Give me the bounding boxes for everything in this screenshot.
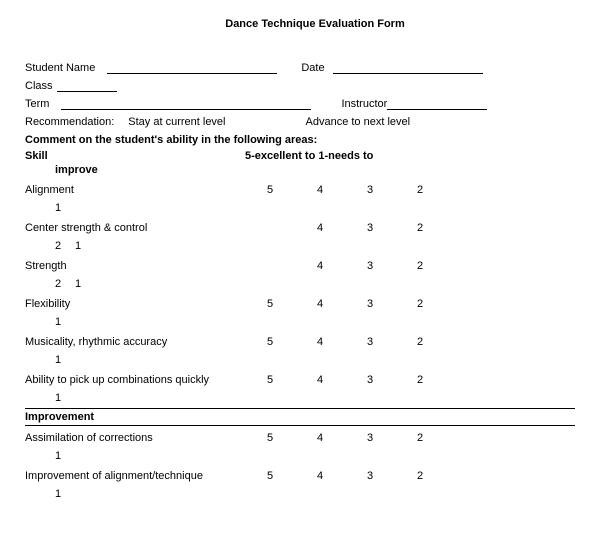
label-student-name: Student Name (25, 62, 95, 74)
skill-row: Ability to pick up combinations quickly5… (25, 370, 575, 390)
rating-cell[interactable]: 4 (295, 470, 345, 482)
input-date[interactable] (333, 60, 483, 74)
rating-cell[interactable]: 4 (295, 184, 345, 196)
rating-cell[interactable]: 3 (345, 222, 395, 234)
skill-row: Strength 432 (25, 256, 575, 276)
rating-cell[interactable]: 4 (295, 298, 345, 310)
skill-name: Ability to pick up combinations quickly (25, 374, 245, 386)
rating-cell[interactable]: 1 (25, 316, 75, 328)
input-class[interactable] (57, 78, 117, 92)
improvement-header: Improvement (25, 408, 575, 426)
rating-cell[interactable]: 3 (345, 336, 395, 348)
skill-row: Assimilation of corrections5432 (25, 428, 575, 448)
skill-wrap-row: 1 (25, 448, 575, 464)
rating-cell[interactable]: 4 (295, 374, 345, 386)
rating-cell[interactable]: 5 (245, 432, 295, 444)
skill-wrap-row: 1 (25, 200, 575, 216)
skill-wrap-row: 21 (25, 238, 575, 254)
input-student-name[interactable] (107, 60, 277, 74)
scale-header-wrap: improve (25, 162, 575, 178)
skill-row: Center strength & control 432 (25, 218, 575, 238)
option-stay[interactable]: Stay at current level (128, 116, 225, 128)
rating-cell[interactable]: 1 (25, 450, 75, 462)
rating-cell[interactable]: 1 (25, 354, 75, 366)
rating-cell[interactable]: 3 (345, 470, 395, 482)
skill-row: Musicality, rhythmic accuracy5432 (25, 332, 575, 352)
rating-cell[interactable]: 3 (345, 374, 395, 386)
skill-name: Alignment (25, 184, 245, 196)
skill-wrap-row: 1 (25, 486, 575, 502)
rating-cell[interactable]: 2 (395, 184, 445, 196)
rating-cell[interactable]: 4 (295, 260, 345, 272)
rating-cell[interactable]: 5 (245, 470, 295, 482)
scale-label-improve: improve (25, 164, 98, 176)
option-advance[interactable]: Advance to next level (306, 116, 411, 128)
rating-cell[interactable]: 4 (295, 432, 345, 444)
rating-cell[interactable]: 2 (395, 432, 445, 444)
label-instructor: Instructor (341, 98, 387, 110)
skill-row: Alignment5432 (25, 180, 575, 200)
skill-row: Improvement of alignment/technique5432 (25, 466, 575, 486)
rating-cell[interactable]: 1 (75, 240, 115, 252)
rating-cell[interactable]: 1 (25, 488, 75, 500)
rating-cell[interactable]: 2 (395, 470, 445, 482)
rating-cell[interactable]: 3 (345, 260, 395, 272)
row-class: Class (25, 76, 575, 92)
skill-name: Improvement of alignment/technique (25, 470, 245, 482)
rating-cell[interactable]: 2 (395, 222, 445, 234)
skill-name: Assimilation of corrections (25, 432, 245, 444)
skill-row: Flexibility5432 (25, 294, 575, 314)
skill-wrap-row: 1 (25, 390, 575, 406)
rating-cell[interactable]: 3 (345, 432, 395, 444)
rating-cell[interactable]: 2 (395, 260, 445, 272)
rating-cell[interactable]: 3 (345, 184, 395, 196)
rating-cell[interactable]: 1 (75, 278, 115, 290)
rating-cell[interactable]: 2 (395, 374, 445, 386)
rating-cell[interactable]: 3 (345, 298, 395, 310)
rating-cell[interactable]: 1 (25, 392, 75, 404)
rating-cell[interactable]: 2 (25, 278, 75, 290)
skill-name: Center strength & control (25, 222, 245, 234)
rating-cell[interactable]: 2 (395, 336, 445, 348)
rating-cell[interactable]: 5 (245, 298, 295, 310)
rating-cell[interactable]: 1 (25, 202, 75, 214)
skill-name: Strength (25, 260, 245, 272)
label-date: Date (301, 62, 324, 74)
skill-wrap-row: 1 (25, 352, 575, 368)
rating-cell[interactable]: 5 (245, 374, 295, 386)
rating-cell[interactable]: 5 (245, 184, 295, 196)
rating-cell[interactable]: 2 (25, 240, 75, 252)
skill-name: Flexibility (25, 298, 245, 310)
scale-label-right: 5-excellent to 1-needs to (245, 150, 373, 162)
rating-cell[interactable]: 4 (295, 336, 345, 348)
rating-cell[interactable]: 4 (295, 222, 345, 234)
skill-name: Musicality, rhythmic accuracy (25, 336, 245, 348)
skill-wrap-row: 1 (25, 314, 575, 330)
row-term-instructor: Term Instructor (25, 94, 575, 110)
label-term: Term (25, 98, 49, 110)
comment-header: Comment on the student's ability in the … (25, 130, 575, 146)
form-title: Dance Technique Evaluation Form (25, 18, 575, 30)
label-recommendation: Recommendation: (25, 116, 114, 128)
row-student-date: Student Name Date (25, 58, 575, 74)
skill-wrap-row: 21 (25, 276, 575, 292)
scale-header-row: Skill 5-excellent to 1-needs to (25, 150, 575, 162)
label-class: Class (25, 80, 53, 92)
scale-label-skill: Skill (25, 150, 245, 162)
input-term[interactable] (61, 96, 311, 110)
rating-cell[interactable]: 2 (395, 298, 445, 310)
rating-cell[interactable]: 5 (245, 336, 295, 348)
input-instructor[interactable] (387, 96, 487, 110)
row-recommendation: Recommendation: Stay at current level Ad… (25, 112, 575, 128)
